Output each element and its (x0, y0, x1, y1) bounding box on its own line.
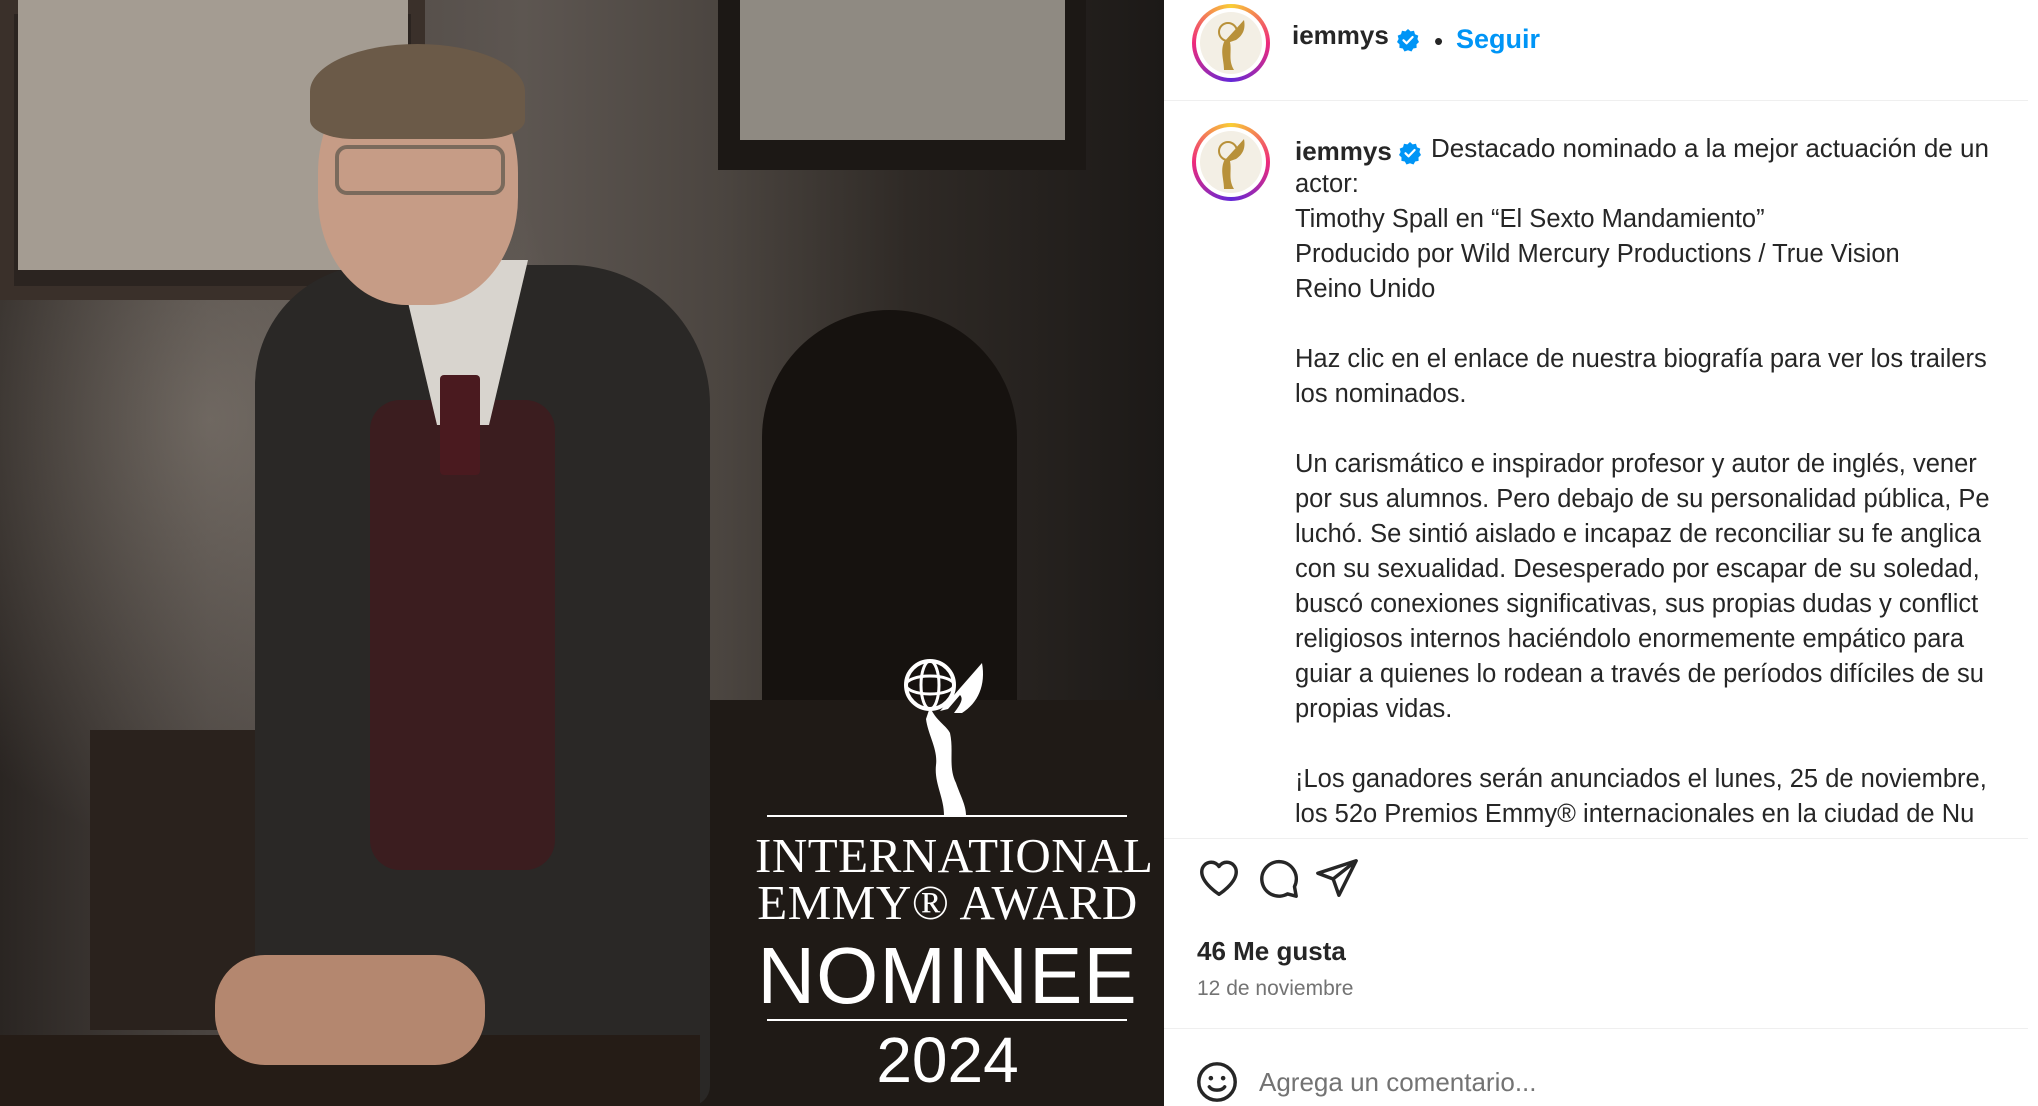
caption-avatar[interactable] (1192, 123, 1270, 201)
caption-paragraph-gap (1295, 727, 2027, 762)
heart-icon[interactable] (1196, 855, 1242, 901)
caption-paragraph-gap (1295, 307, 2027, 342)
emoji-icon[interactable] (1194, 1059, 1240, 1105)
caption-line: por sus alumnos. Pero debajo de su perso… (1295, 485, 1990, 513)
comment-input[interactable] (1259, 1060, 1979, 1104)
post-image: INTERNATIONAL EMMY® AWARD NOMINEE 2024 (0, 0, 1164, 1106)
header-username[interactable]: iemmys (1292, 20, 1389, 51)
caption-line: luchó. Se sintió aislado e incapaz de re… (1295, 520, 1982, 548)
emmy-logo-icon (1218, 139, 1245, 189)
comment-icon[interactable] (1255, 855, 1301, 901)
caption-line: Reino Unido (1295, 275, 1436, 303)
caption-first-line: Destacado nominado a la mejor actuación … (1431, 133, 1989, 163)
caption-line: los nominados. (1295, 380, 1467, 408)
header-divider (1164, 100, 2028, 101)
man-hair (310, 44, 525, 139)
badge-year: 2024 (876, 1024, 1019, 1096)
stats-divider (1164, 1028, 2028, 1029)
caption-line: religiosos internos haciéndolo enormemen… (1295, 625, 1965, 653)
caption-line: con su sexualidad. Desesperado por escap… (1295, 555, 1980, 583)
caption-line: ¡Los ganadores serán anunciados el lunes… (1295, 765, 1987, 793)
emmy-nominee-badge: INTERNATIONAL EMMY® AWARD NOMINEE 2024 (755, 655, 1153, 1096)
verified-badge-icon (1397, 29, 1419, 52)
follow-button[interactable]: Seguir (1456, 24, 1540, 55)
caption-paragraph-gap (1295, 412, 2027, 447)
header-avatar[interactable] (1192, 4, 1270, 82)
badge-line-emmy-award: EMMY® AWARD (757, 875, 1138, 930)
likes-count[interactable]: 46 Me gusta (1197, 936, 1346, 967)
badge-rule-bottom (767, 1019, 1127, 1021)
badge-line-nominee: NOMINEE (757, 931, 1138, 1020)
verified-badge-icon (1399, 142, 1421, 165)
post-panel: iemmys • Seguir iemmys Destacado nominad… (1164, 0, 2038, 1106)
man-tie (440, 375, 480, 475)
post-date: 12 de noviembre (1197, 977, 1354, 1000)
caption-text: actor: Timothy Spall en “El Sexto Mandami… (1295, 167, 2027, 827)
emmy-logo-icon (1218, 20, 1245, 70)
man-glasses (335, 145, 505, 195)
caption-line: Un carismático e inspirador profesor y a… (1295, 450, 1977, 478)
caption-line: guiar a quienes lo rodean a través de pe… (1295, 660, 1984, 688)
caption-username[interactable]: iemmys (1295, 136, 1392, 167)
header-separator: • (1434, 26, 1444, 56)
caption-line: buscó conexiones significativas, sus pro… (1295, 590, 1979, 618)
caption-divider (1164, 838, 2028, 839)
emmy-statuette-icon (904, 659, 984, 815)
wall-frame-right-canvas (740, 0, 1065, 140)
caption-line: Timothy Spall en “El Sexto Mandamiento” (1295, 205, 1765, 233)
caption-line: Producido por Wild Mercury Productions /… (1295, 240, 1900, 268)
badge-rule-top (767, 815, 1127, 817)
send-icon[interactable] (1314, 855, 1360, 901)
man-hands (215, 955, 485, 1065)
caption-line: Haz clic en el enlace de nuestra biograf… (1295, 345, 1987, 373)
caption-line: propias vidas. (1295, 695, 1453, 723)
caption-line: los 52o Premios Emmy® internacionales en… (1295, 800, 1975, 827)
caption-line: actor: (1295, 170, 1359, 198)
